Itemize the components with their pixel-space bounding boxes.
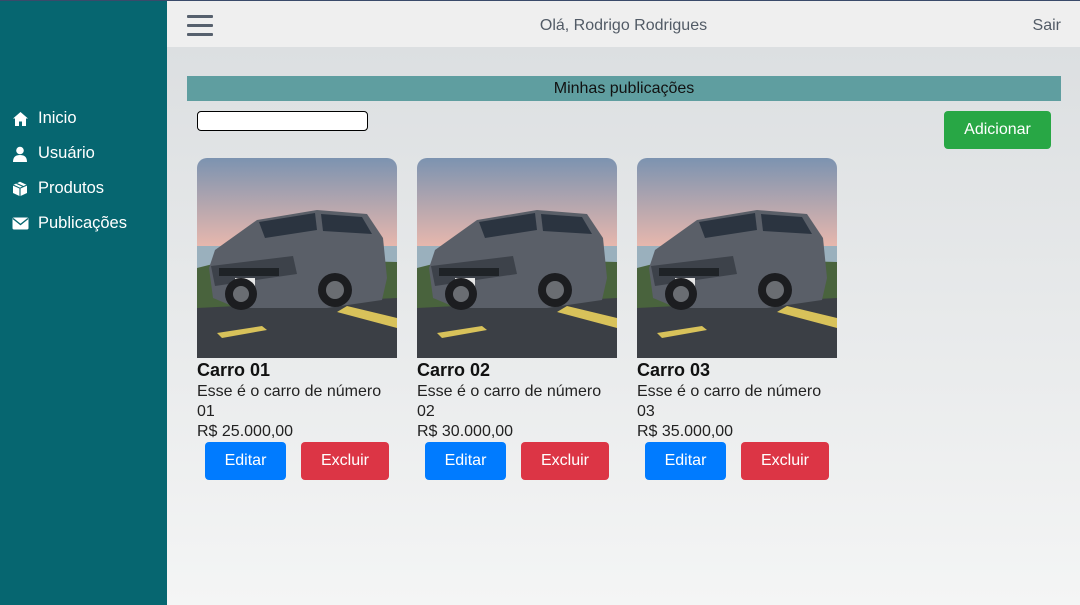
box-icon — [11, 180, 29, 198]
delete-button[interactable]: Excluir — [521, 442, 609, 480]
card-actions: Editar Excluir — [637, 442, 837, 482]
edit-button[interactable]: Editar — [205, 442, 286, 480]
edit-button[interactable]: Editar — [645, 442, 726, 480]
product-card: Carro 01 Esse é o carro de número 01 R$ … — [197, 158, 397, 482]
sidebar-item-label: Usuário — [38, 144, 95, 162]
envelope-icon — [11, 215, 29, 233]
sidebar-item-usuario[interactable]: Usuário — [11, 136, 127, 171]
card-price: R$ 25.000,00 — [197, 423, 294, 440]
card-actions: Editar Excluir — [417, 442, 617, 482]
car-photo — [197, 158, 397, 358]
sidebar-item-inicio[interactable]: Inicio — [11, 101, 127, 136]
card-description: Esse é o carro de número 02 — [417, 383, 602, 420]
card-title: Carro 01 — [197, 360, 271, 380]
section-title: Minhas publicações — [187, 76, 1061, 101]
product-card: Carro 03 Esse é o carro de número 03 R$ … — [637, 158, 837, 482]
greeting-text: Olá, Rodrigo Rodrigues — [539, 17, 708, 34]
sidebar-item-label: Inicio — [38, 109, 77, 127]
main-content: Minhas publicações Adicionar Carro 01 Es… — [167, 47, 1080, 605]
add-button[interactable]: Adicionar — [944, 111, 1051, 149]
sidebar-item-label: Publicações — [38, 214, 127, 232]
card-actions: Editar Excluir — [197, 442, 397, 482]
sidebar-nav: Inicio Usuário Produtos Publicações — [11, 101, 127, 241]
card-price: R$ 30.000,00 — [417, 423, 514, 440]
car-photo — [417, 158, 617, 358]
card-description: Esse é o carro de número 01 — [197, 383, 382, 420]
product-card: Carro 02 Esse é o carro de número 02 R$ … — [417, 158, 617, 482]
card-description: Esse é o carro de número 03 — [637, 383, 822, 420]
card-title: Carro 02 — [417, 360, 491, 380]
sidebar-item-label: Produtos — [38, 179, 105, 197]
search-input[interactable] — [197, 111, 368, 131]
sidebar-item-produtos[interactable]: Produtos — [11, 171, 127, 206]
user-icon — [11, 145, 29, 163]
card-price: R$ 35.000,00 — [637, 423, 734, 440]
home-icon — [11, 110, 29, 128]
delete-button[interactable]: Excluir — [301, 442, 389, 480]
sidebar: Inicio Usuário Produtos Publicações — [0, 1, 167, 605]
edit-button[interactable]: Editar — [425, 442, 506, 480]
top-header: Olá, Rodrigo Rodrigues Sair — [167, 1, 1080, 47]
sidebar-item-publicacoes[interactable]: Publicações — [11, 206, 127, 241]
car-photo — [637, 158, 837, 358]
logout-link[interactable]: Sair — [1033, 17, 1061, 35]
card-title: Carro 03 — [637, 360, 711, 380]
delete-button[interactable]: Excluir — [741, 442, 829, 480]
